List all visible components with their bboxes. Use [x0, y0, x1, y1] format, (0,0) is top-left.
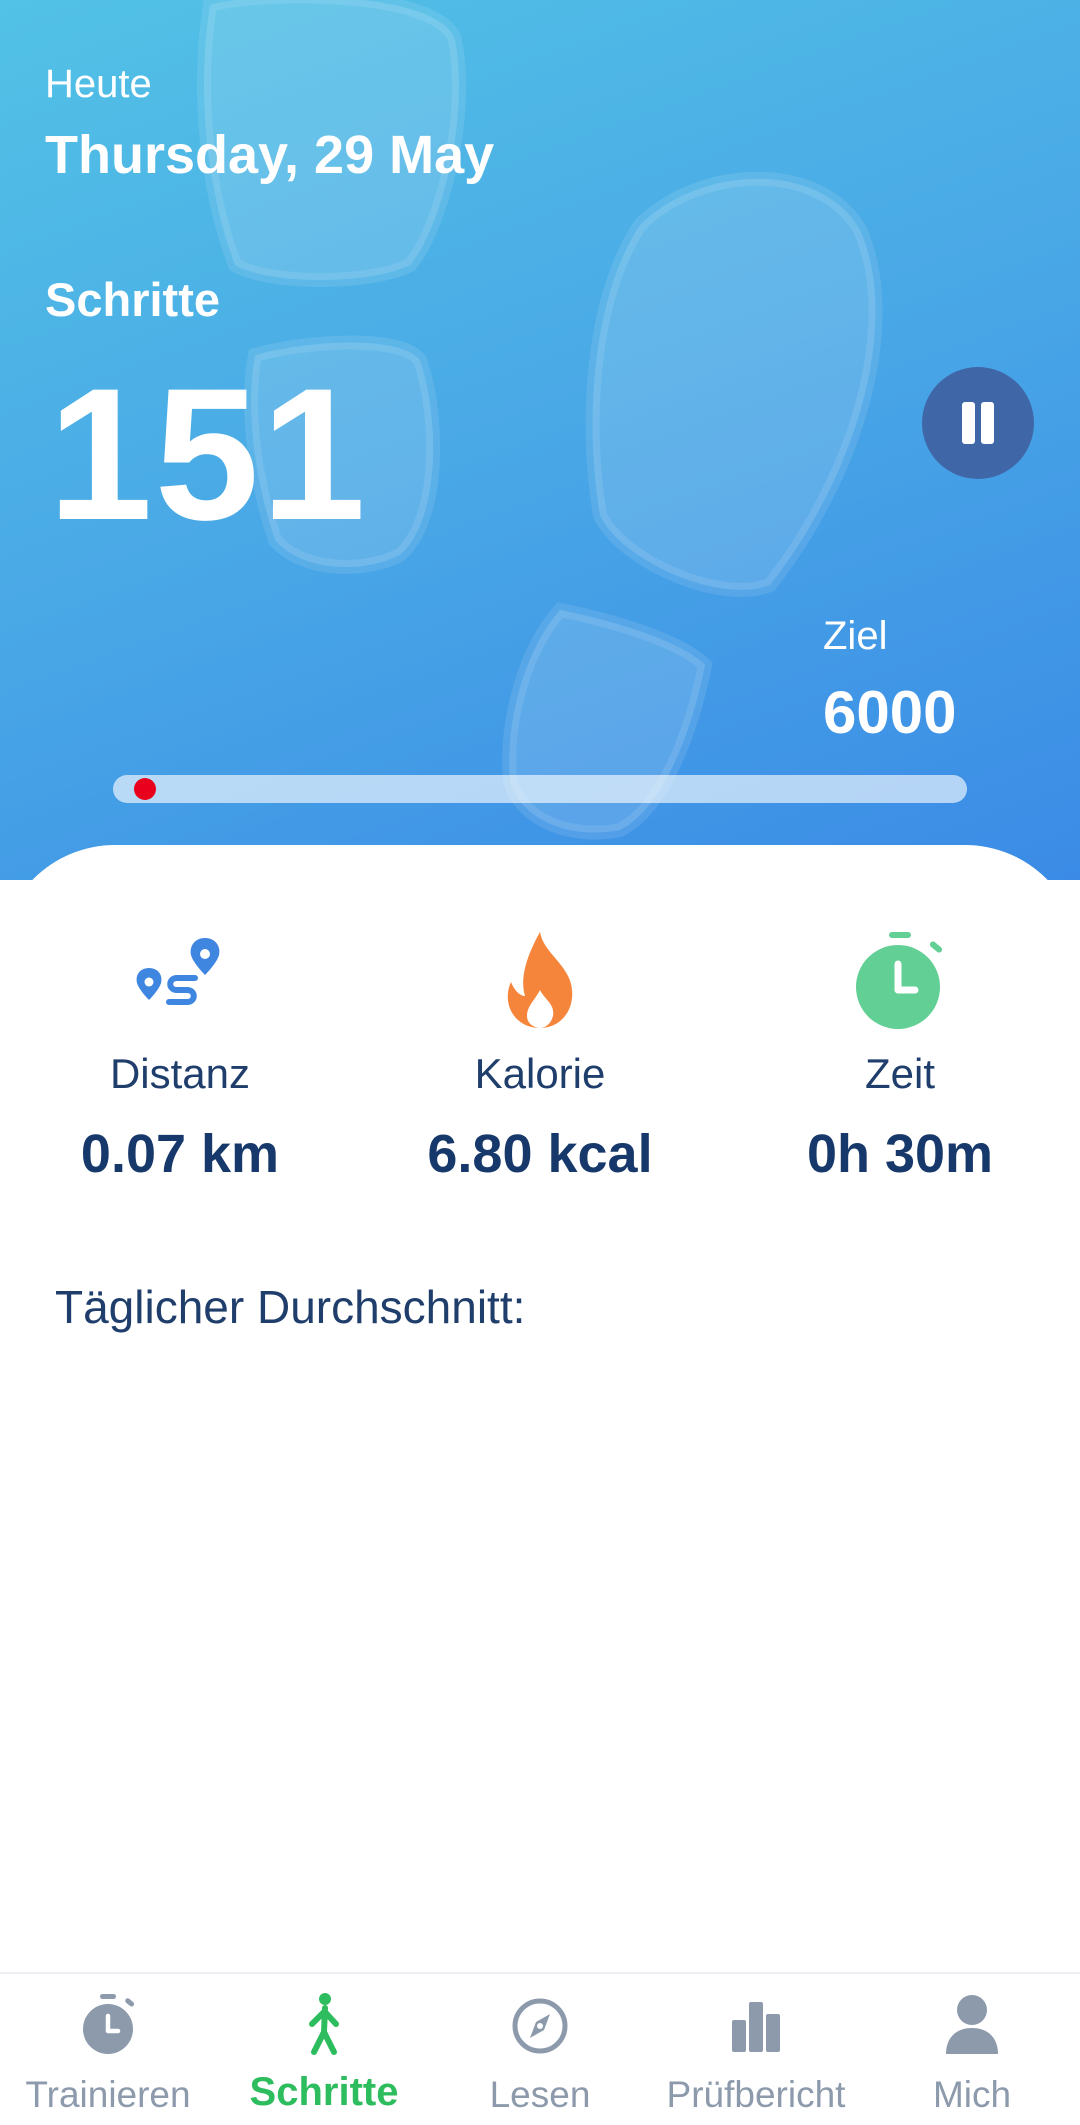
person-icon [946, 1995, 998, 2054]
steps-header: Heute Thursday, 29 May Schritte 151 Ziel… [0, 0, 1080, 880]
bar-chart-icon [732, 2002, 780, 2052]
nav-label-trainieren: Trainieren [25, 2074, 191, 2115]
stats-card: Distanz 0.07 km Kalorie 6.80 kcal Zeit 0… [0, 845, 1080, 2005]
stopwatch-icon [83, 1994, 135, 2054]
nav-item-pruefbericht[interactable]: Prüfbericht [648, 1974, 864, 2125]
today-label: Heute [45, 62, 152, 106]
time-label: Zeit [864, 1050, 935, 1097]
time-value: 0h 30m [806, 1124, 994, 1184]
steps-progress-bar [113, 775, 967, 803]
steps-title: Schritte [45, 273, 220, 326]
nav-item-schritte[interactable]: Schritte [216, 1974, 432, 2125]
calorie-value: 6.80 kcal [427, 1124, 653, 1184]
date-label: Thursday, 29 May [45, 125, 495, 185]
steps-screen: Heute Thursday, 29 May Schritte 151 Ziel… [0, 0, 1080, 2125]
distance-label: Distanz [109, 1050, 251, 1097]
steps-count: 151 [48, 349, 368, 559]
stopwatch-icon [856, 932, 943, 1029]
nav-label-schritte: Schritte [249, 2070, 399, 2114]
flame-icon [507, 932, 573, 1028]
bottom-navigation: Trainieren Schritte Lesen Prüfbericht Mi… [0, 1972, 1080, 2125]
nav-item-mich[interactable]: Mich [864, 1974, 1080, 2125]
nav-label-pruefbericht: Prüfbericht [666, 2074, 846, 2115]
calorie-label: Kalorie [474, 1050, 606, 1097]
nav-item-trainieren[interactable]: Trainieren [0, 1974, 216, 2125]
nav-label-lesen: Lesen [489, 2074, 591, 2115]
walking-person-icon [309, 1993, 339, 2055]
pause-button[interactable] [922, 367, 1034, 479]
daily-average-label: Täglicher Durchschnitt: [55, 1281, 526, 1333]
route-icon [136, 938, 220, 1005]
nav-label-mich: Mich [932, 2074, 1012, 2115]
compass-icon [512, 1998, 568, 2054]
nav-item-lesen[interactable]: Lesen [432, 1974, 648, 2125]
distance-value: 0.07 km [80, 1124, 280, 1184]
goal-value: 6000 [823, 679, 957, 746]
goal-label: Ziel [823, 614, 888, 658]
progress-indicator [133, 778, 156, 800]
